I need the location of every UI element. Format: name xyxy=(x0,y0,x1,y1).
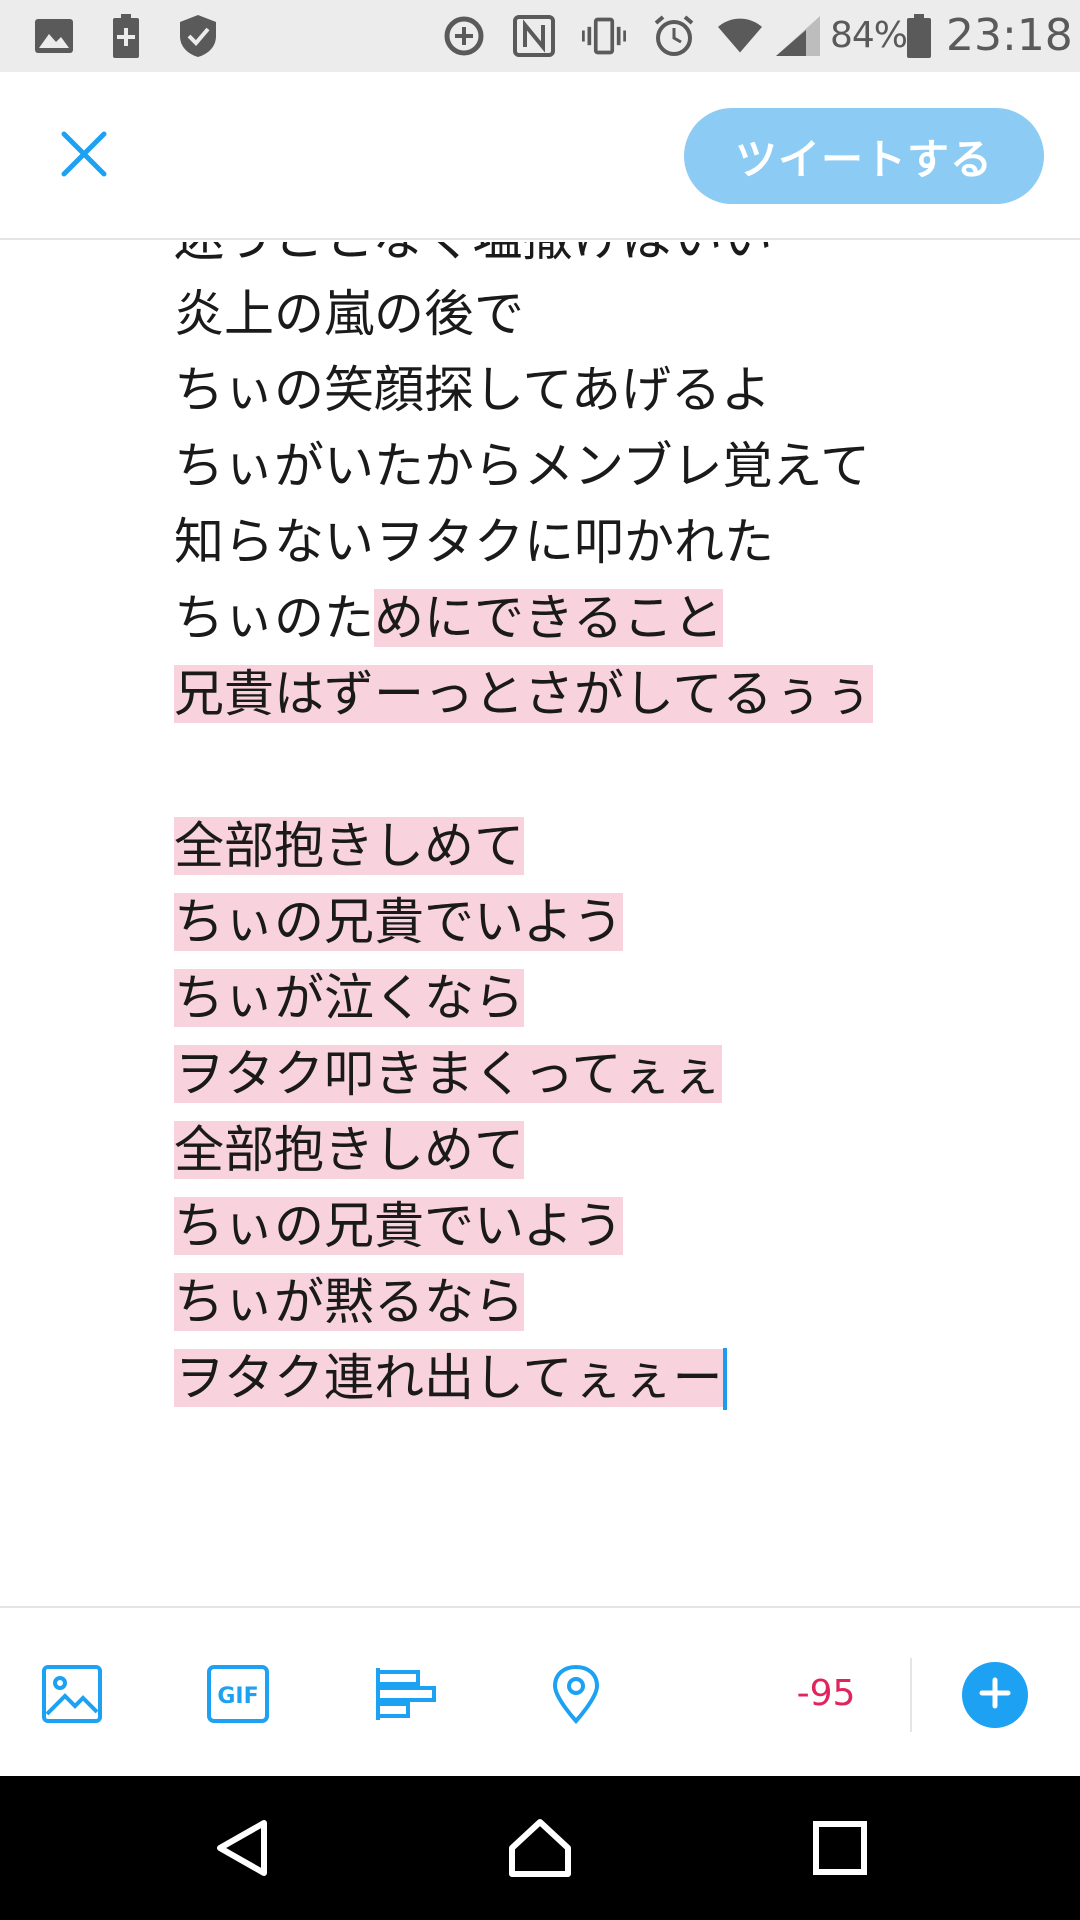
compose-line-text: ちぃのた xyxy=(174,589,374,647)
compose-line-text: ちぃがいたからメンブレ覚えて xyxy=(174,437,870,495)
gif-label: GIF xyxy=(217,1684,258,1709)
compose-line: ヲタク連れ出してぇぇー xyxy=(174,1340,1044,1416)
compose-line-selected-text: ヲタク叩きまくってぇぇ xyxy=(174,1045,722,1103)
compose-line-text: 炎上の嵐の後で xyxy=(174,285,524,343)
compose-line-selected-text: ヲタク連れ出してぇぇー xyxy=(174,1349,723,1407)
compose-line: 兄貴はずーっとさがしてるぅぅ xyxy=(174,656,1044,732)
compose-line-selected-text: 兄貴はずーっとさがしてるぅぅ xyxy=(174,665,873,723)
vibrate-icon xyxy=(582,14,626,58)
compose-line: ちぃの笑顔探してあげるよ xyxy=(174,352,1044,428)
nfc-icon xyxy=(512,14,556,58)
compose-line-text: ちぃの笑顔探してあげるよ xyxy=(174,361,771,419)
compose-line xyxy=(174,732,1044,808)
compose-line: ちぃのためにできること xyxy=(174,580,1044,656)
clock: 23:18 xyxy=(946,10,1073,61)
compose-line: ちぃの兄貴でいよう xyxy=(174,1188,1044,1264)
wifi-icon xyxy=(718,14,762,58)
compose-lines: 迷うことなく塩撒けばいい炎上の嵐の後でちぃの笑顔探してあげるよちぃがいたからメン… xyxy=(174,242,1044,1416)
compose-line: ちぃが泣くなら xyxy=(174,960,1044,1036)
compose-line-text: 知らないヲタクに叩かれた xyxy=(174,513,774,571)
compose-text-area[interactable]: 迷うことなく塩撒けばいい炎上の嵐の後でちぃの笑顔探してあげるよちぃがいたからメン… xyxy=(0,242,1080,1606)
data-saver-icon xyxy=(442,14,486,58)
compose-toolbar: GIF -95 xyxy=(0,1606,1080,1776)
compose-line-selected-text: ちぃが黙るなら xyxy=(174,1273,524,1331)
close-button[interactable] xyxy=(52,124,116,188)
compose-line: 知らないヲタクに叩かれた xyxy=(174,504,1044,580)
status-bar: 84% 23:18 xyxy=(0,0,1080,72)
compose-line-text: 迷うことなく塩撒けばいい xyxy=(174,242,773,267)
location-icon[interactable] xyxy=(544,1662,608,1726)
compose-line-selected-text: ちぃが泣くなら xyxy=(174,969,524,1027)
poll-icon[interactable] xyxy=(374,1662,438,1726)
plus-icon xyxy=(979,1677,1011,1713)
compose-line: 全部抱きしめて xyxy=(174,1112,1044,1188)
battery-icon xyxy=(904,14,934,58)
alarm-icon xyxy=(652,14,696,58)
image-icon[interactable] xyxy=(40,1662,104,1726)
compose-line: 迷うことなく塩撒けばいい xyxy=(174,242,1044,276)
compose-line-selected-text: ちぃの兄貴でいよう xyxy=(174,893,623,951)
recents-icon[interactable] xyxy=(804,1812,876,1884)
compose-line-selected-text: めにできること xyxy=(374,589,723,647)
compose-line: ちぃの兄貴でいよう xyxy=(174,884,1044,960)
compose-line: 全部抱きしめて xyxy=(174,808,1044,884)
tweet-button[interactable]: ツイートする xyxy=(684,108,1044,204)
battery-percent: 84% xyxy=(830,15,908,56)
back-icon[interactable] xyxy=(206,1812,278,1884)
character-count: -95 xyxy=(796,1673,856,1714)
compose-line-selected-text: 全部抱きしめて xyxy=(174,817,524,875)
compose-line: 炎上の嵐の後で xyxy=(174,276,1044,352)
navigation-bar xyxy=(0,1776,1080,1920)
compose-line-selected-text: 全部抱きしめて xyxy=(174,1121,524,1179)
text-caret xyxy=(722,1347,727,1410)
compose-header: ツイートする xyxy=(0,72,1080,240)
gif-icon[interactable]: GIF xyxy=(206,1662,270,1726)
battery-saver-icon xyxy=(104,14,148,58)
compose-line: ヲタク叩きまくってぇぇ xyxy=(174,1036,1044,1112)
toolbar-divider xyxy=(910,1658,912,1732)
compose-line: ちぃが黙るなら xyxy=(174,1264,1044,1340)
add-tweet-button[interactable] xyxy=(962,1662,1028,1728)
signal-icon xyxy=(776,14,820,58)
home-icon[interactable] xyxy=(504,1812,576,1884)
image-icon xyxy=(32,14,76,58)
compose-line-selected-text: ちぃの兄貴でいよう xyxy=(174,1197,623,1255)
close-icon xyxy=(60,130,108,182)
shield-icon xyxy=(176,14,220,58)
compose-line: ちぃがいたからメンブレ覚えて xyxy=(174,428,1044,504)
